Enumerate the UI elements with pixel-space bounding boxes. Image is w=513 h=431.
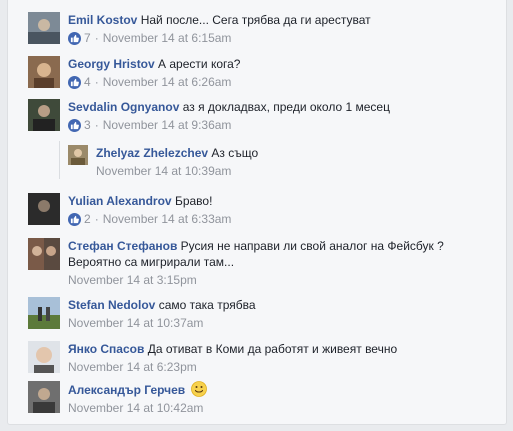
meta-separator: ·	[94, 118, 99, 132]
comment-timestamp[interactable]: November 14 at 6:23pm	[68, 359, 197, 375]
comment-text: Аз също	[211, 146, 259, 160]
smiley-emoji-icon	[190, 381, 207, 397]
comment-timestamp[interactable]: November 14 at 10:42am	[68, 400, 203, 416]
comment-author[interactable]: Стефан Стефанов	[68, 239, 177, 253]
comment-timestamp[interactable]: November 14 at 10:37am	[68, 315, 203, 331]
comment-timestamp[interactable]: November 14 at 6:33am	[103, 211, 232, 227]
comment-author[interactable]: Александър Герчев	[68, 383, 185, 397]
comment-author[interactable]: Sevdalin Ognyanov	[68, 100, 179, 114]
like-thumb-icon[interactable]	[68, 212, 81, 226]
avatar[interactable]	[28, 238, 60, 270]
avatar[interactable]	[28, 99, 60, 131]
comment-timestamp[interactable]: November 14 at 10:39am	[96, 163, 231, 179]
comment-author[interactable]: Zhelyaz Zhelezchev	[96, 146, 208, 160]
comment-timestamp[interactable]: November 14 at 6:15am	[103, 30, 232, 46]
comment-text: Браво!	[174, 194, 213, 208]
comment-text: Най после... Сега трябва да ги арестуват	[140, 13, 371, 27]
comment-author[interactable]: Stefan Nedolov	[68, 298, 155, 312]
like-count[interactable]: 4	[84, 74, 91, 90]
avatar[interactable]	[28, 341, 60, 373]
comment-author[interactable]: Georgy Hristov	[68, 57, 155, 71]
meta-separator: ·	[94, 212, 99, 226]
comment-author[interactable]: Yulian Alexandrov	[68, 194, 172, 208]
avatar[interactable]	[28, 193, 60, 225]
avatar[interactable]	[28, 56, 60, 88]
comments-panel: Emil Kostov Най после... Сега трябва да …	[7, 0, 507, 425]
comment-author[interactable]: Янко Спасов	[68, 342, 144, 356]
comment-author[interactable]: Emil Kostov	[68, 13, 137, 27]
comment-text: А арести кога?	[158, 57, 241, 71]
like-count[interactable]: 7	[84, 30, 91, 46]
meta-separator: ·	[94, 31, 99, 45]
like-thumb-icon[interactable]	[68, 75, 81, 89]
avatar[interactable]	[28, 381, 60, 413]
like-thumb-icon[interactable]	[68, 118, 81, 132]
comment-text-continued: Вероятно са мигрирали там...	[68, 255, 235, 269]
comment-timestamp[interactable]: November 14 at 9:36am	[103, 117, 232, 133]
comment-text: аз я докладвах, преди около 1 месец	[182, 100, 390, 114]
comment-text: само така трябва	[158, 298, 256, 312]
like-thumb-icon[interactable]	[68, 31, 81, 45]
comment-text: Да отиват в Коми да работят и живеят веч…	[147, 342, 398, 356]
avatar[interactable]	[28, 297, 60, 329]
comment-timestamp[interactable]: November 14 at 3:15pm	[68, 272, 197, 288]
like-count[interactable]: 2	[84, 211, 91, 227]
like-count[interactable]: 3	[84, 117, 91, 133]
meta-separator: ·	[94, 75, 99, 89]
comment-timestamp[interactable]: November 14 at 6:26am	[103, 74, 232, 90]
reply-thread-line	[59, 141, 60, 179]
avatar[interactable]	[68, 145, 88, 165]
comment-text: Русия не направи ли свой аналог на Фейсб…	[180, 239, 444, 253]
avatar[interactable]	[28, 12, 60, 44]
